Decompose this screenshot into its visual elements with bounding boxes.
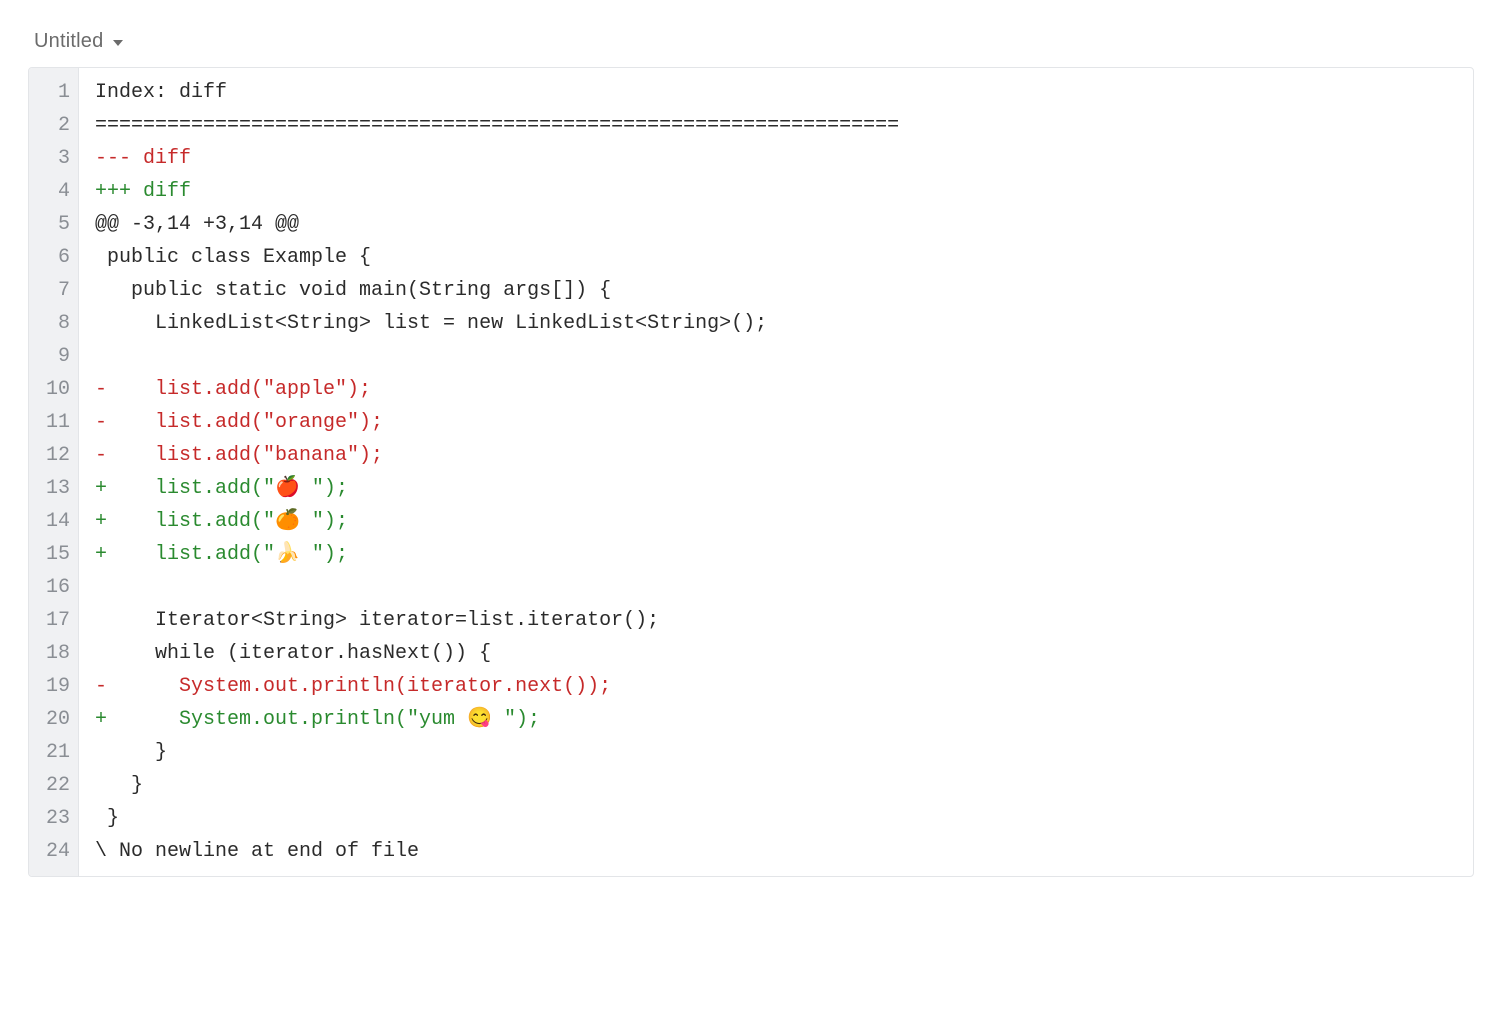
line-number: 1 [39,76,70,109]
line-number: 5 [39,208,70,241]
line-number: 8 [39,307,70,340]
line-number: 16 [39,571,70,604]
code-line [95,571,1459,604]
code-line: ========================================… [95,109,1459,142]
line-number: 10 [39,373,70,406]
code-line: - list.add("orange"); [95,406,1459,439]
line-number: 24 [39,835,70,868]
code-area[interactable]: Index: diff=============================… [79,68,1473,876]
line-number: 15 [39,538,70,571]
line-number: 7 [39,274,70,307]
line-number: 11 [39,406,70,439]
code-line: @@ -3,14 +3,14 @@ [95,208,1459,241]
code-line: --- diff [95,142,1459,175]
code-line: +++ diff [95,175,1459,208]
line-number: 23 [39,802,70,835]
code-line: while (iterator.hasNext()) { [95,637,1459,670]
line-number: 2 [39,109,70,142]
code-line: } [95,802,1459,835]
code-line: Index: diff [95,76,1459,109]
line-number: 9 [39,340,70,373]
line-number: 6 [39,241,70,274]
code-line: + System.out.println("yum 😋 "); [95,703,1459,736]
line-number: 14 [39,505,70,538]
line-number: 3 [39,142,70,175]
code-line: } [95,736,1459,769]
file-title[interactable]: Untitled [34,30,103,53]
code-line: LinkedList<String> list = new LinkedList… [95,307,1459,340]
title-bar: Untitled [28,24,1474,67]
line-number: 17 [39,604,70,637]
code-line: \ No newline at end of file [95,835,1459,868]
line-number: 12 [39,439,70,472]
line-number: 22 [39,769,70,802]
code-line: - System.out.println(iterator.next()); [95,670,1459,703]
line-number: 18 [39,637,70,670]
line-number: 21 [39,736,70,769]
code-line [95,340,1459,373]
line-number: 4 [39,175,70,208]
editor: 123456789101112131415161718192021222324 … [28,67,1474,877]
line-number: 13 [39,472,70,505]
dropdown-triangle-icon[interactable] [113,40,123,46]
line-number-gutter: 123456789101112131415161718192021222324 [29,68,79,876]
code-line: + list.add("🍎 "); [95,472,1459,505]
code-line: Iterator<String> iterator=list.iterator(… [95,604,1459,637]
line-number: 20 [39,703,70,736]
code-line: - list.add("banana"); [95,439,1459,472]
line-number: 19 [39,670,70,703]
code-line: public static void main(String args[]) { [95,274,1459,307]
code-line: + list.add("🍊 "); [95,505,1459,538]
code-line: } [95,769,1459,802]
code-line: public class Example { [95,241,1459,274]
code-line: + list.add("🍌 "); [95,538,1459,571]
code-line: - list.add("apple"); [95,373,1459,406]
